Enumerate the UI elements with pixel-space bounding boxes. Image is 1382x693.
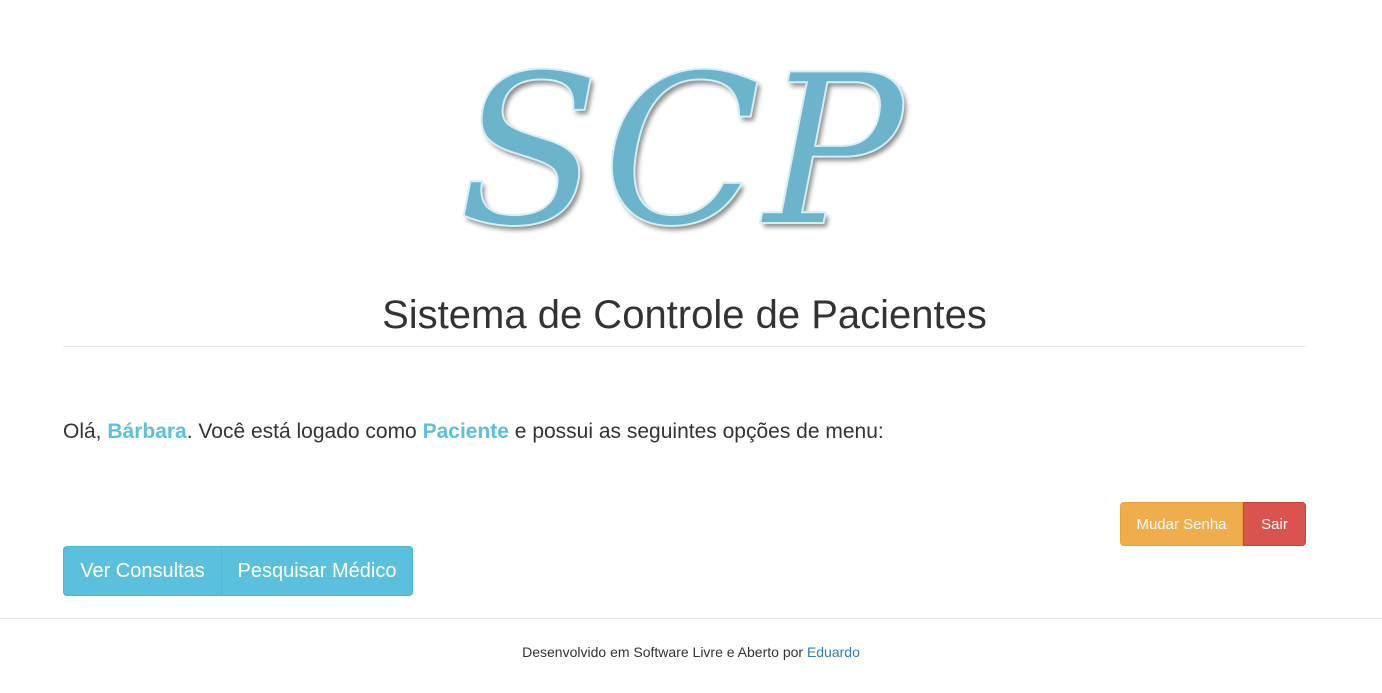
logout-button[interactable]: Sair [1243,502,1306,546]
page-title: Sistema de Controle de Pacientes [382,293,987,337]
view-appointments-button[interactable]: Ver Consultas [63,546,222,596]
footer: Desenvolvido em Software Livre e Aberto … [0,618,1382,693]
logo-area: SCP [63,31,1306,273]
scp-logo: SCP [457,31,906,273]
change-password-button[interactable]: Mudar Senha [1120,502,1243,546]
user-role: Paciente [422,420,509,443]
greeting-prefix: Olá, [63,420,108,443]
greeting-middle: . Você está logado como [186,420,423,443]
user-name: Bárbara [107,420,187,443]
greeting-text: Olá, Bárbara. Você está logado como Paci… [63,418,884,446]
footer-credit: Desenvolvido em Software Livre e Aberto … [522,644,807,660]
footer-text: Desenvolvido em Software Livre e Aberto … [522,643,860,661]
author-link[interactable]: Eduardo [807,644,860,660]
search-doctor-button[interactable]: Pesquisar Médico [221,546,413,596]
account-button-group: Mudar Senha Sair [1120,502,1306,546]
menu-button-group: Ver Consultas Pesquisar Médico [63,546,413,596]
greeting-suffix: e possui as seguintes opções de menu: [508,420,884,443]
title-divider [63,346,1306,347]
